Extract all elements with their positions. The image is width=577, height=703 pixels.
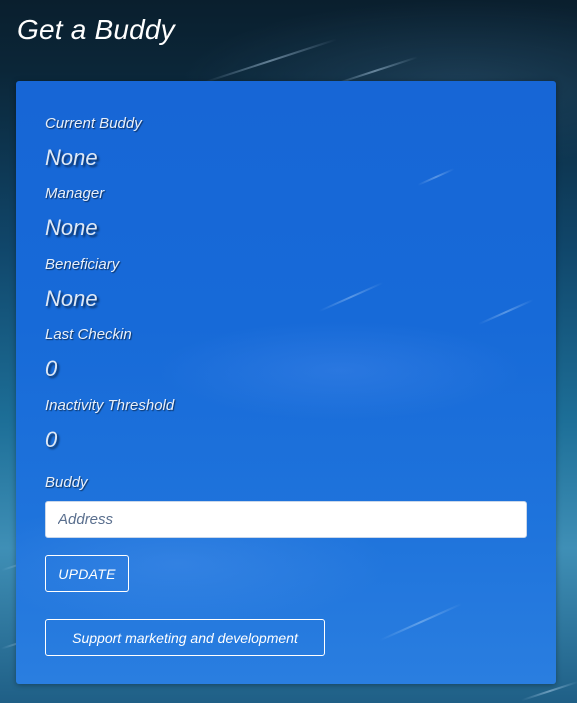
inactivity-threshold-label: Inactivity Threshold <box>45 397 175 414</box>
last-checkin-label: Last Checkin <box>45 326 132 343</box>
manager-label: Manager <box>45 185 105 202</box>
manager-value: None <box>45 215 98 240</box>
card-water-streak <box>379 602 463 642</box>
update-button[interactable]: UPDATE <box>45 555 129 592</box>
buddy-card: Current Buddy None Manager None Benefici… <box>16 81 556 684</box>
last-checkin-value: 0 <box>45 356 58 381</box>
current-buddy-value: None <box>45 145 98 170</box>
card-water-streak <box>478 298 534 326</box>
buddy-input-label: Buddy <box>45 474 88 491</box>
card-water-streak <box>417 167 455 187</box>
current-buddy-label: Current Buddy <box>45 115 142 132</box>
buddy-address-input[interactable] <box>45 501 527 538</box>
beneficiary-value: None <box>45 286 98 311</box>
support-marketing-button[interactable]: Support marketing and development <box>45 619 325 656</box>
page-title: Get a Buddy <box>17 14 175 45</box>
card-water-streak <box>318 281 384 313</box>
background-water-streak <box>203 38 337 84</box>
beneficiary-label: Beneficiary <box>45 256 120 273</box>
inactivity-threshold-value: 0 <box>45 427 58 452</box>
